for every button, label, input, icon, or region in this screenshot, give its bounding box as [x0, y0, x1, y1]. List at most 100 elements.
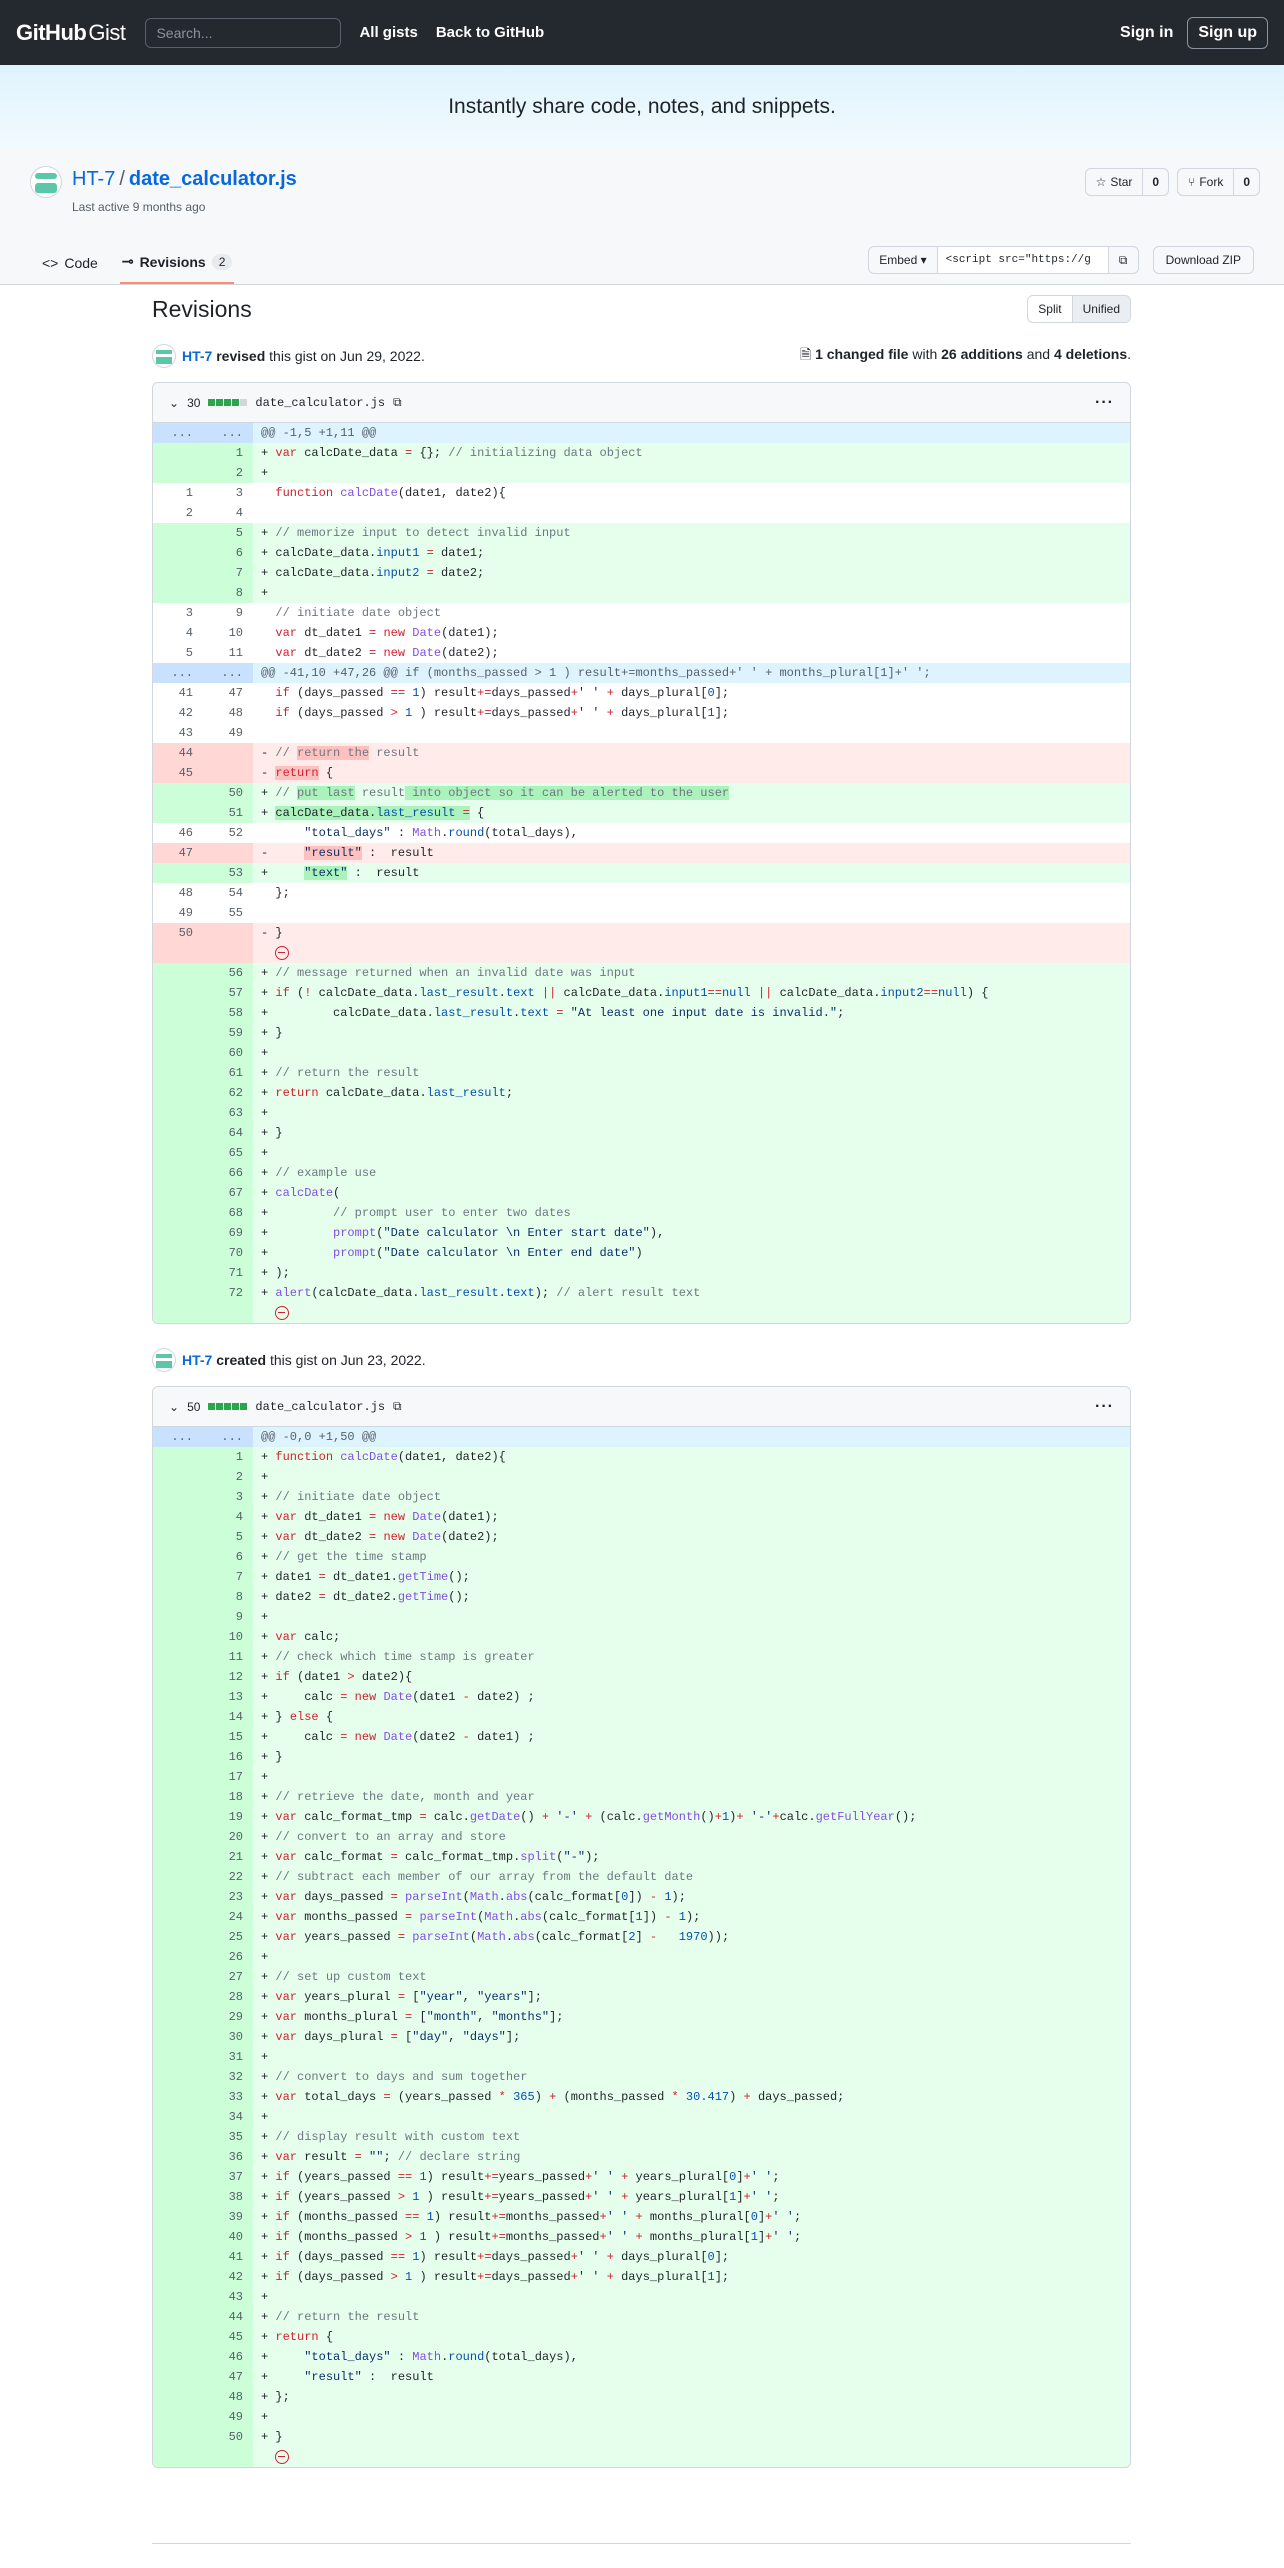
tab-code[interactable]: <> Code: [40, 245, 100, 284]
split-button[interactable]: Split: [1028, 296, 1071, 322]
more-options-icon[interactable]: ···: [1095, 394, 1114, 412]
diff-body: ...... @@ -1,5 +1,11 @@ 1 + var calcDate_d…: [153, 423, 1130, 1323]
nav-back-to-github[interactable]: Back to GitHub: [436, 24, 544, 41]
diff-line: 5 11 var dt_date2 = new Date(date2);: [185, 646, 499, 660]
diff-line: 45- return {: [153, 763, 1130, 783]
diff-line: 40 + if (months_passed > 1 ) result+=mont…: [153, 2227, 1130, 2247]
avatar[interactable]: [152, 344, 176, 368]
diff-line: 61 + // return the result: [153, 1063, 1130, 1083]
filename-link[interactable]: date_calculator.js: [129, 168, 297, 190]
hunk-header: ...... @@ -1,5 +1,11 @@: [153, 423, 1130, 443]
diff-line: 5 + // memorize input to detect invalid i…: [153, 523, 1130, 543]
no-newline-icon: [275, 945, 290, 960]
fork-button[interactable]: ⑂ Fork 0: [1177, 168, 1260, 196]
diff-line: 45 + return {: [153, 2327, 1130, 2347]
diff-line: 46 52 "total_days" : Math.round(total_day…: [178, 826, 578, 840]
star-button[interactable]: ☆ Star 0: [1084, 168, 1170, 196]
diff-line: 72 + alert(calcDate_data.last_result.text…: [153, 1283, 1130, 1303]
diff-line: 9 +: [153, 1607, 1130, 1627]
copy-icon[interactable]: ⧉: [1107, 247, 1138, 273]
diff-line: 39 + if (months_passed == 1) result+=mont…: [153, 2207, 1130, 2227]
diff-line: 53 + "text" : result: [153, 863, 1130, 883]
diff-line: 1 + var calcDate_data = {}; // initializi…: [153, 443, 1130, 463]
user-link[interactable]: HT-7: [182, 1352, 212, 1368]
diff-stat-bars: [208, 399, 248, 406]
diff-line: 7 + calcDate_data.input2 = date2;: [153, 563, 1130, 583]
revision-date: this gist on Jun 29, 2022.: [269, 348, 425, 364]
embed-dropdown[interactable]: Embed ▾: [869, 247, 938, 273]
copy-icon[interactable]: ⧉: [393, 395, 402, 410]
diff-line: 46 + "total_days" : Math.round(total_days…: [153, 2347, 1130, 2367]
diff-line: 14 + } else {: [153, 1707, 1130, 1727]
diff-line: 27 + // set up custom text: [153, 1967, 1130, 1987]
copy-icon[interactable]: ⧉: [393, 1399, 402, 1414]
top-bar: GitHub Gist Search... All gists Back to …: [0, 0, 1284, 65]
diff-line: 11 + // check which time stamp is greater: [153, 1647, 1130, 1667]
diff-line: 20 + // convert to an array and store: [153, 1827, 1130, 1847]
diff-line: 62 + return calcDate_data.last_result;: [153, 1083, 1130, 1103]
sign-up-button[interactable]: Sign up: [1187, 16, 1268, 49]
diff-line: 39 // initiate date object: [185, 606, 442, 620]
avatar[interactable]: [152, 1348, 176, 1372]
download-zip-button[interactable]: Download ZIP: [1152, 246, 1254, 274]
revision-verb: created: [216, 1352, 267, 1368]
file-diff: ⌄ 30 date_calculator.js ⧉ ··· ...... @@ -…: [152, 382, 1131, 1324]
github-gist-logo[interactable]: GitHub Gist: [16, 19, 126, 46]
diff-line: [153, 943, 1130, 963]
unified-button[interactable]: Unified: [1071, 296, 1130, 322]
diff-line: 50 + // put last result into object so it…: [153, 783, 1130, 803]
diff-line: 4 10 var dt_date1 = new Date(date1);: [185, 626, 499, 640]
diff-line: 6 + // get the time stamp: [153, 1547, 1130, 1567]
diff-line: 42 48 if (days_passed > 1 ) result+=days_…: [178, 706, 730, 720]
avatar[interactable]: [30, 166, 62, 198]
star-count: 0: [1152, 175, 1160, 189]
no-newline-icon: [275, 1305, 290, 1320]
diff-line: 33 + var total_days = (years_passed * 365…: [153, 2087, 1130, 2107]
code-icon: <>: [42, 254, 59, 271]
diff-line: 58 + calcDate_data.last_result.text = "At…: [153, 1003, 1130, 1023]
tab-revisions[interactable]: ⊸ Revisions 2: [119, 245, 235, 284]
diff-line: 3 + // initiate date object: [153, 1487, 1130, 1507]
embed-url-field[interactable]: <script src="https://g: [937, 247, 1108, 273]
hunk-header: ...... @@ -0,0 +1,50 @@: [153, 1427, 1130, 1447]
user-link[interactable]: HT-7: [182, 348, 212, 364]
diff-line: 13 + calc = new Date(date1 - date2) ;: [153, 1687, 1130, 1707]
diff-line: 4 + var dt_date1 = new Date(date1);: [153, 1507, 1130, 1527]
diff-line: 24: [185, 506, 243, 520]
chevron-down-icon[interactable]: ⌄: [169, 396, 179, 410]
summary-and: and: [1026, 346, 1051, 362]
diff-line: 35 + // display result with custom text: [153, 2127, 1130, 2147]
owner-link[interactable]: HT-7: [72, 168, 115, 190]
tab-code-label: Code: [64, 254, 98, 271]
sign-in-link[interactable]: Sign in: [1120, 24, 1173, 42]
diff-line: 60 +: [153, 1043, 1130, 1063]
diff-line: 8 + date2 = dt_date2.getTime();: [153, 1587, 1130, 1607]
diff-line: 36 + var result = ""; // declare string: [153, 2147, 1130, 2167]
fork-label: Fork: [1199, 175, 1224, 189]
diff-line: 41 + if (days_passed == 1) result+=days_p…: [153, 2247, 1130, 2267]
nav-all-gists[interactable]: All gists: [359, 24, 417, 41]
diff-line: 17 +: [153, 1767, 1130, 1787]
fork-count: 0: [1243, 175, 1250, 189]
diff-line: 21 + var calc_format = calc_format_tmp.sp…: [153, 1847, 1130, 1867]
tagline-banner: Instantly share code, notes, and snippet…: [0, 65, 1284, 148]
diff-line: 47 + "result" : result: [153, 2367, 1130, 2387]
chevron-down-icon[interactable]: ⌄: [169, 1400, 179, 1414]
logo-github-text: GitHub: [16, 19, 87, 45]
diff-line: 5 + var dt_date2 = new Date(date2);: [153, 1527, 1130, 1547]
revision-line: HT-7 revised this gist on Jun 29, 2022. …: [152, 344, 1131, 368]
diff-line: 29 + var months_plural = ["month", "month…: [153, 2007, 1130, 2027]
commit-icon: ⊸: [121, 253, 134, 269]
diff-line: 26 +: [153, 1947, 1130, 1967]
diff-line: 8 +: [153, 583, 1130, 603]
diff-line: [153, 2447, 1130, 2467]
diff-line: 49 55: [178, 906, 243, 920]
search-input[interactable]: Search...: [145, 17, 342, 48]
more-options-icon[interactable]: ···: [1095, 1398, 1114, 1416]
diff-summary: 🗎 1 changed file with 26 additions and 4…: [799, 346, 1131, 362]
main-content: Revisions Split Unified HT-7 revised thi…: [152, 290, 1131, 2468]
diff-line: 34 +: [153, 2107, 1130, 2127]
diff-line: 47- "result" : result: [153, 843, 1130, 863]
revisions-count: 2: [211, 253, 233, 270]
diff-line: 50- }: [153, 923, 1130, 943]
